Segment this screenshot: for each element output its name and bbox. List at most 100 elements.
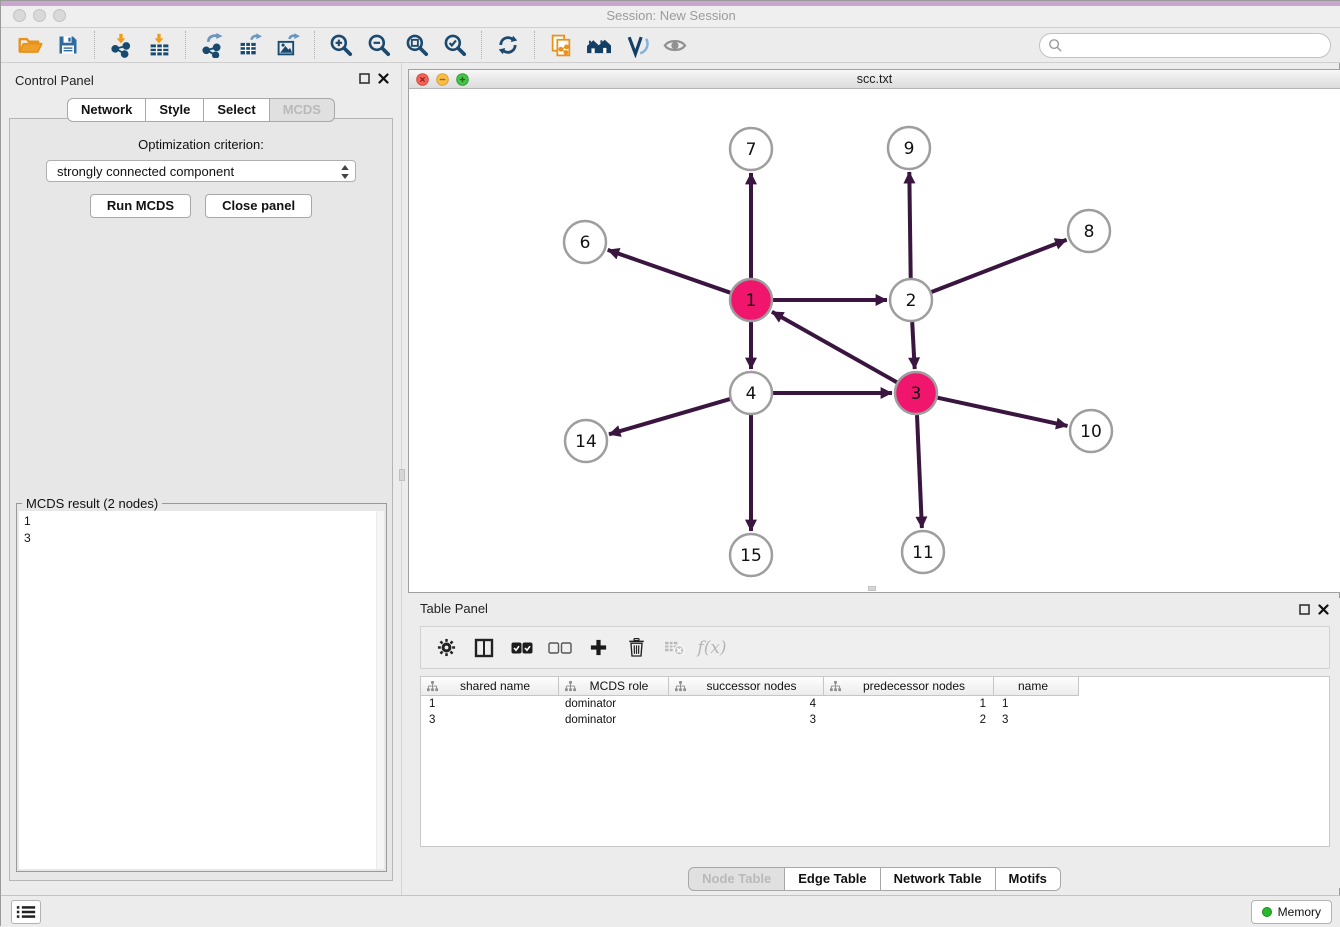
apply-layout-button[interactable] bbox=[489, 29, 527, 61]
graph-node-3[interactable]: 3 bbox=[895, 372, 937, 414]
graph-node-10[interactable]: 10 bbox=[1070, 410, 1112, 452]
graph-edge-4-14[interactable] bbox=[609, 399, 730, 434]
search-input[interactable] bbox=[1039, 33, 1331, 58]
cell-successor-nodes[interactable]: 4 bbox=[669, 698, 824, 710]
accent-strip bbox=[1, 1, 1340, 6]
graph-node-2[interactable]: 2 bbox=[890, 279, 932, 321]
title-bar: Session: New Session bbox=[1, 1, 1340, 28]
toolbar-divider bbox=[185, 31, 186, 59]
column-header-name[interactable]: name bbox=[994, 677, 1079, 696]
column-header-mcds-role[interactable]: MCDS role bbox=[559, 677, 669, 696]
memory-button[interactable]: Memory bbox=[1251, 900, 1332, 924]
delete-column-button[interactable] bbox=[619, 630, 653, 666]
select-all-button[interactable] bbox=[505, 630, 539, 666]
network-window-titlebar[interactable]: scc.txt bbox=[409, 70, 1340, 89]
result-scrollbar[interactable] bbox=[376, 511, 384, 869]
export-table-button[interactable] bbox=[231, 29, 269, 61]
close-panel-button[interactable]: Close panel bbox=[205, 194, 312, 218]
graph-node-7[interactable]: 7 bbox=[730, 128, 772, 170]
graph-node-1[interactable]: 1 bbox=[730, 279, 772, 321]
optimization-criterion-label: Optimization criterion: bbox=[10, 137, 392, 152]
home-button[interactable] bbox=[580, 29, 618, 61]
toolbar-divider bbox=[534, 31, 535, 59]
run-mcds-button[interactable]: Run MCDS bbox=[90, 194, 191, 218]
zoom-selected-button[interactable] bbox=[436, 29, 474, 61]
cell-mcds-role[interactable]: dominator bbox=[559, 714, 669, 726]
zoom-out-button[interactable] bbox=[360, 29, 398, 61]
zoom-in-icon bbox=[328, 32, 354, 58]
open-session-button[interactable] bbox=[11, 29, 49, 61]
deselect-checkboxes-icon bbox=[548, 642, 572, 654]
clone-network-button[interactable] bbox=[542, 29, 580, 61]
graph-edge-2-3[interactable] bbox=[912, 322, 915, 369]
splitter-grip[interactable] bbox=[399, 469, 405, 481]
table-row[interactable]: 1 dominator 4 1 1 bbox=[421, 696, 1329, 712]
close-table-panel-icon[interactable] bbox=[1318, 604, 1329, 615]
graph-node-6[interactable]: 6 bbox=[564, 221, 606, 263]
graph-edge-1-6[interactable] bbox=[608, 250, 731, 293]
dropdown-stepper-icon bbox=[340, 164, 350, 180]
graph-node-8[interactable]: 8 bbox=[1068, 210, 1110, 252]
memory-label: Memory bbox=[1278, 905, 1321, 919]
zoom-fit-button[interactable] bbox=[398, 29, 436, 61]
graph-edge-3-11[interactable] bbox=[917, 415, 922, 528]
criterion-value: strongly connected component bbox=[57, 164, 234, 179]
vizmapper-button[interactable] bbox=[618, 29, 656, 61]
graph-edge-2-9[interactable] bbox=[909, 172, 910, 278]
column-header-predecessor-nodes[interactable]: predecessor nodes bbox=[824, 677, 994, 696]
graph-node-11[interactable]: 11 bbox=[902, 531, 944, 573]
graph-node-label: 10 bbox=[1080, 422, 1102, 442]
graph-edge-3-10[interactable] bbox=[938, 398, 1068, 426]
add-column-button[interactable] bbox=[581, 630, 615, 666]
graph-node-14[interactable]: 14 bbox=[565, 420, 607, 462]
column-header-shared-name[interactable]: shared name bbox=[421, 677, 559, 696]
application-window: Session: New Session bbox=[0, 0, 1340, 926]
float-table-panel-icon[interactable] bbox=[1299, 604, 1310, 615]
tab-select[interactable]: Select bbox=[204, 98, 269, 122]
function-builder-button[interactable]: f(x) bbox=[695, 630, 729, 666]
graph-node-label: 11 bbox=[912, 543, 934, 563]
table-panel-title: Table Panel bbox=[420, 601, 488, 616]
tab-network[interactable]: Network bbox=[67, 98, 146, 122]
cell-predecessor-nodes[interactable]: 1 bbox=[824, 698, 994, 710]
tab-node-table[interactable]: Node Table bbox=[688, 867, 785, 891]
float-panel-icon[interactable] bbox=[359, 73, 370, 84]
graph-node-9[interactable]: 9 bbox=[888, 127, 930, 169]
export-network-button[interactable] bbox=[193, 29, 231, 61]
cell-predecessor-nodes[interactable]: 2 bbox=[824, 714, 994, 726]
table-row[interactable]: 3 dominator 3 2 3 bbox=[421, 712, 1329, 728]
import-network-button[interactable] bbox=[102, 29, 140, 61]
cell-name[interactable]: 3 bbox=[994, 714, 1079, 726]
tab-edge-table[interactable]: Edge Table bbox=[785, 867, 880, 891]
save-session-button[interactable] bbox=[49, 29, 87, 61]
graph-edge-2-8[interactable] bbox=[932, 240, 1067, 292]
graph-node-4[interactable]: 4 bbox=[730, 372, 772, 414]
tab-style[interactable]: Style bbox=[146, 98, 204, 122]
tab-mcds[interactable]: MCDS bbox=[270, 98, 335, 122]
delete-table-button[interactable] bbox=[657, 630, 691, 666]
cell-name[interactable]: 1 bbox=[994, 698, 1079, 710]
cell-mcds-role[interactable]: dominator bbox=[559, 698, 669, 710]
zoom-in-button[interactable] bbox=[322, 29, 360, 61]
criterion-dropdown[interactable]: strongly connected component bbox=[46, 160, 356, 182]
mcds-result-text[interactable]: 1 3 bbox=[19, 511, 384, 869]
cell-shared-name[interactable]: 1 bbox=[421, 698, 559, 710]
export-image-button[interactable] bbox=[269, 29, 307, 61]
task-history-button[interactable] bbox=[11, 900, 41, 924]
table-toolbar: f(x) bbox=[420, 626, 1330, 669]
tab-network-table[interactable]: Network Table bbox=[881, 867, 996, 891]
graph-node-15[interactable]: 15 bbox=[730, 534, 772, 576]
deselect-all-button[interactable] bbox=[543, 630, 577, 666]
show-hide-panels-button[interactable] bbox=[656, 29, 694, 61]
canvas-grip[interactable] bbox=[868, 586, 876, 591]
cell-shared-name[interactable]: 3 bbox=[421, 714, 559, 726]
import-table-button[interactable] bbox=[140, 29, 178, 61]
close-panel-icon[interactable] bbox=[378, 73, 389, 84]
table-options-button[interactable] bbox=[429, 630, 463, 666]
show-columns-button[interactable] bbox=[467, 630, 501, 666]
cell-successor-nodes[interactable]: 3 bbox=[669, 714, 824, 726]
graph-edge-3-1[interactable] bbox=[772, 312, 897, 382]
network-graph[interactable]: 7 9 6 8 1 2 4 3 14 10 15 11 bbox=[409, 89, 1340, 592]
tab-motifs[interactable]: Motifs bbox=[996, 867, 1061, 891]
column-header-successor-nodes[interactable]: successor nodes bbox=[669, 677, 824, 696]
